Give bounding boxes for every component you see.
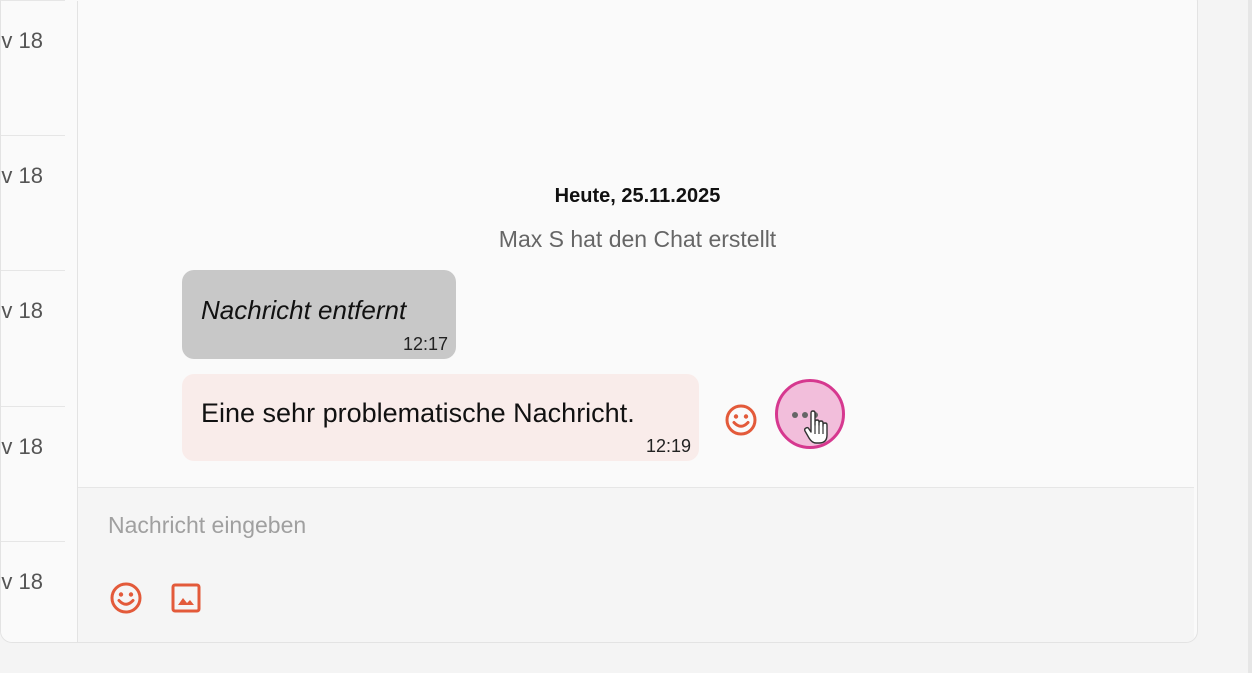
hand-pointer-icon [804,410,828,444]
chat-list-item[interactable]: Nov 18 [1,406,65,542]
smiley-icon [110,582,142,614]
message-bubble[interactable]: Eine sehr problematische Nachricht. 12:1… [182,374,699,461]
smiley-icon [725,404,757,436]
chat-list-sidebar: Nov 18 Nov 18 Nov 18 Nov 18 Nov 18 [1,0,78,642]
message-text: Nachricht entfernt [201,295,407,325]
chat-list-item[interactable]: Nov 18 [1,541,65,642]
chat-list-item-date: Nov 18 [1,28,43,53]
message-time: 12:19 [645,436,691,456]
app-window: Nov 18 Nov 18 Nov 18 Nov 18 Nov 18 Heute… [0,0,1198,643]
chat-list-item[interactable]: Nov 18 [1,0,65,136]
window-edge [1248,0,1252,673]
chat-list-item[interactable]: Nov 18 [1,135,65,271]
add-reaction-button[interactable] [723,402,759,438]
chat-list-item-date: Nov 18 [1,163,43,188]
chat-list-item[interactable]: Nov 18 [1,270,65,406]
chat-list-item-date: Nov 18 [1,434,43,459]
emoji-button[interactable] [108,580,144,616]
system-message: Max S hat den Chat erstellt [498,226,777,252]
message-input[interactable] [106,504,1170,546]
message-bubble-deleted[interactable]: Nachricht entfernt 12:17 [182,270,456,359]
chat-list-item-date: Nov 18 [1,569,43,594]
image-icon [171,583,201,613]
chat-list-item-date: Nov 18 [1,298,43,323]
message-composer [78,487,1194,642]
attach-image-button[interactable] [168,580,204,616]
message-area: Heute, 25.11.2025 Max S hat den Chat ers… [78,1,1197,487]
message-text: Eine sehr problematische Nachricht. [201,398,635,428]
message-time: 12:17 [402,334,448,354]
day-separator: Heute, 25.11.2025 [554,185,721,207]
